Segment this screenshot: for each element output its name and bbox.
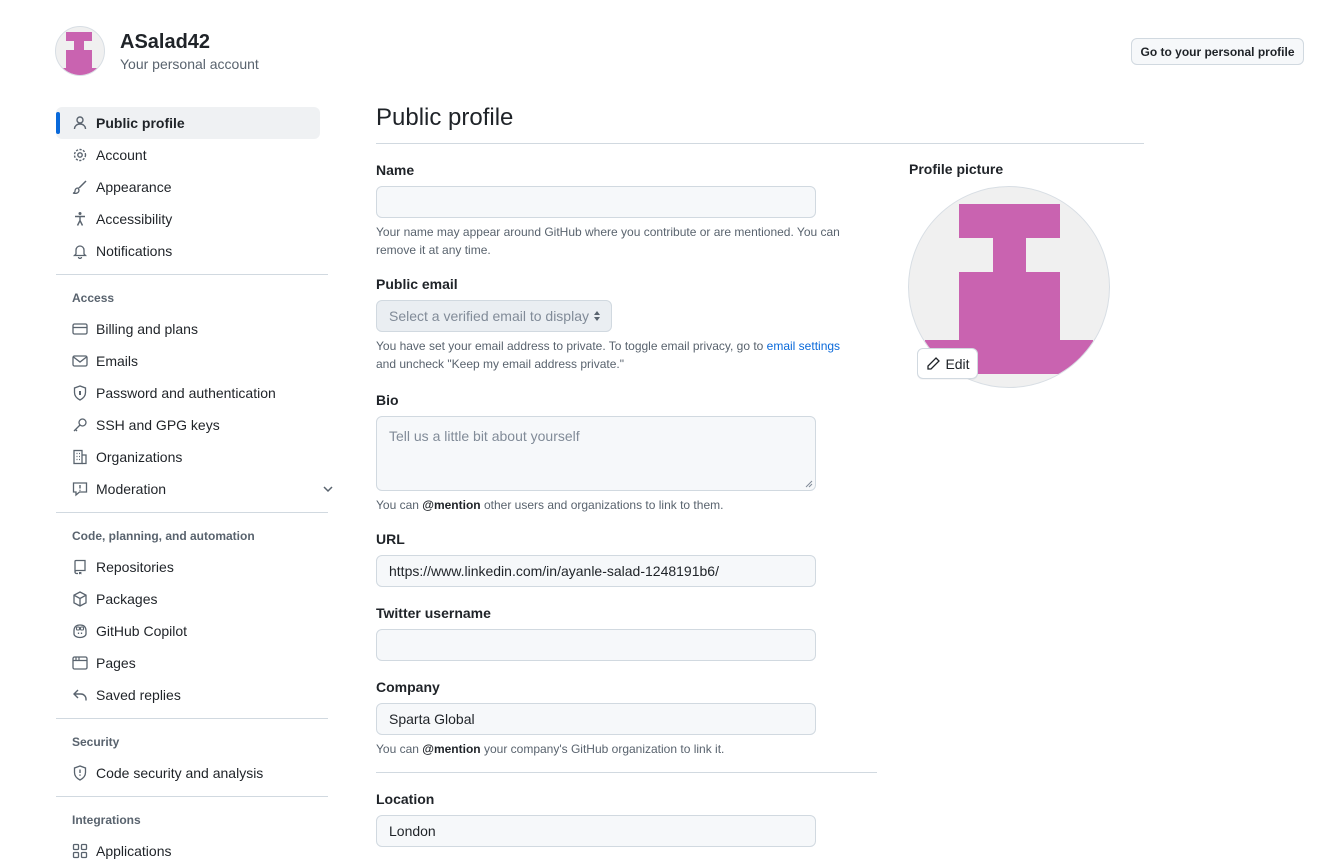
- sidebar-item-code-security[interactable]: Code security and analysis: [56, 757, 320, 789]
- edit-profile-picture-button[interactable]: Edit: [917, 348, 978, 379]
- profile-picture-label: Profile picture: [909, 161, 1004, 177]
- company-label: Company: [376, 679, 440, 695]
- section-divider: [376, 772, 877, 773]
- bio-placeholder: Tell us a little bit about yourself: [389, 428, 580, 444]
- sidebar-item-label: Notifications: [96, 243, 173, 259]
- sidebar-item-label: Code security and analysis: [96, 765, 264, 781]
- account-subtitle: Your personal account: [120, 56, 259, 72]
- sidebar-item-ssh-gpg[interactable]: SSH and GPG keys: [56, 409, 320, 441]
- bio-label: Bio: [376, 392, 399, 408]
- sidebar-item-label: Account: [96, 147, 147, 163]
- sidebar-item-label: Accessibility: [96, 211, 173, 227]
- bell-icon: [72, 245, 88, 259]
- sidebar-item-accessibility[interactable]: Accessibility: [56, 203, 320, 235]
- sidebar-item-organizations[interactable]: Organizations: [56, 441, 320, 473]
- sidebar-item-emails[interactable]: Emails: [56, 345, 320, 377]
- sidebar-item-label: Billing and plans: [96, 321, 198, 337]
- sidebar-item-saved-replies[interactable]: Saved replies: [56, 679, 320, 711]
- package-icon: [73, 591, 87, 607]
- person-icon: [73, 116, 87, 130]
- sidebar-item-pages[interactable]: Pages: [56, 647, 320, 679]
- twitter-input[interactable]: [376, 629, 816, 661]
- sidebar-item-label: Organizations: [96, 449, 183, 465]
- sidebar-item-label: Public profile: [96, 115, 185, 131]
- organization-icon: [73, 449, 87, 465]
- sidebar-heading-security: Security: [72, 735, 120, 749]
- sidebar-item-label: GitHub Copilot: [96, 623, 188, 639]
- name-input[interactable]: [376, 186, 816, 218]
- email-settings-link[interactable]: email settings: [767, 339, 840, 353]
- sidebar-item-public-profile[interactable]: Public profile: [56, 107, 320, 139]
- twitter-label: Twitter username: [376, 605, 491, 621]
- url-input[interactable]: https://www.linkedin.com/in/ayanle-salad…: [376, 555, 816, 587]
- shield-lock-icon: [73, 385, 87, 401]
- sidebar-item-label: Appearance: [96, 179, 172, 195]
- sidebar-item-applications[interactable]: Applications: [56, 835, 320, 867]
- resize-handle-icon[interactable]: [805, 480, 813, 488]
- user-avatar[interactable]: [55, 26, 105, 76]
- copilot-icon: [73, 624, 87, 639]
- sidebar-divider: [56, 718, 328, 719]
- account-username: ASalad42: [120, 31, 211, 53]
- browser-icon: [72, 656, 88, 670]
- go-to-profile-button[interactable]: Go to your personal profile: [1131, 38, 1304, 65]
- sidebar-item-account[interactable]: Account: [56, 139, 320, 171]
- sidebar-item-copilot[interactable]: GitHub Copilot: [56, 615, 320, 647]
- title-divider: [376, 143, 1144, 144]
- credit-card-icon: [72, 323, 88, 335]
- bio-note: You can @mention other users and organiz…: [376, 498, 724, 512]
- paintbrush-icon: [72, 180, 87, 195]
- sidebar-item-label: Saved replies: [96, 687, 181, 703]
- sidebar-divider: [56, 512, 328, 513]
- sidebar-item-label: Moderation: [96, 481, 167, 497]
- sidebar-item-label: Repositories: [96, 559, 174, 575]
- sidebar-item-notifications[interactable]: Notifications: [56, 235, 320, 267]
- sidebar-item-packages[interactable]: Packages: [56, 583, 320, 615]
- public-email-label: Public email: [376, 276, 458, 292]
- report-icon: [72, 482, 88, 497]
- reply-icon: [73, 689, 87, 701]
- public-email-selected-value: Select a verified email to display: [389, 308, 589, 324]
- location-label: Location: [376, 791, 435, 807]
- pencil-icon: [927, 356, 941, 370]
- repo-icon: [74, 559, 86, 575]
- sidebar-item-label: Pages: [96, 655, 136, 671]
- name-label: Name: [376, 162, 415, 178]
- company-note: You can @mention your company's GitHub o…: [376, 742, 725, 756]
- chevron-down-icon[interactable]: [320, 481, 336, 497]
- sidebar-heading-integrations: Integrations: [72, 813, 141, 827]
- url-label: URL: [376, 531, 405, 547]
- page-title: Public profile: [376, 104, 514, 131]
- sidebar-heading-access: Access: [72, 291, 115, 305]
- settings-sidebar: Public profile Account Appearance Access…: [56, 107, 333, 867]
- shield-icon: [73, 765, 87, 781]
- accessibility-icon: [75, 212, 85, 226]
- sidebar-item-appearance[interactable]: Appearance: [56, 171, 320, 203]
- gear-icon: [73, 148, 87, 162]
- sidebar-item-password-auth[interactable]: Password and authentication: [56, 377, 320, 409]
- location-input[interactable]: London: [376, 815, 816, 847]
- sidebar-item-label: Emails: [96, 353, 139, 369]
- sidebar-item-billing[interactable]: Billing and plans: [56, 313, 320, 345]
- bio-textarea[interactable]: Tell us a little bit about yourself: [376, 416, 816, 491]
- mail-icon: [72, 355, 88, 367]
- sidebar-divider: [56, 274, 328, 275]
- public-email-select[interactable]: Select a verified email to display: [376, 300, 612, 332]
- company-input[interactable]: Sparta Global: [376, 703, 816, 735]
- sidebar-item-label: Password and authentication: [96, 385, 276, 401]
- edit-label: Edit: [945, 355, 970, 372]
- sidebar-item-moderation[interactable]: Moderation: [56, 473, 333, 505]
- sidebar-item-label: Packages: [96, 591, 158, 607]
- name-note: Your name may appear around GitHub where…: [376, 225, 840, 257]
- sidebar-heading-code: Code, planning, and automation: [72, 529, 255, 543]
- sidebar-item-label: SSH and GPG keys: [96, 417, 220, 433]
- sidebar-item-repositories[interactable]: Repositories: [56, 551, 320, 583]
- sidebar-divider: [56, 796, 328, 797]
- key-icon: [73, 418, 87, 432]
- public-email-note: You have set your email address to priva…: [376, 339, 841, 371]
- select-arrows-icon: [594, 311, 600, 321]
